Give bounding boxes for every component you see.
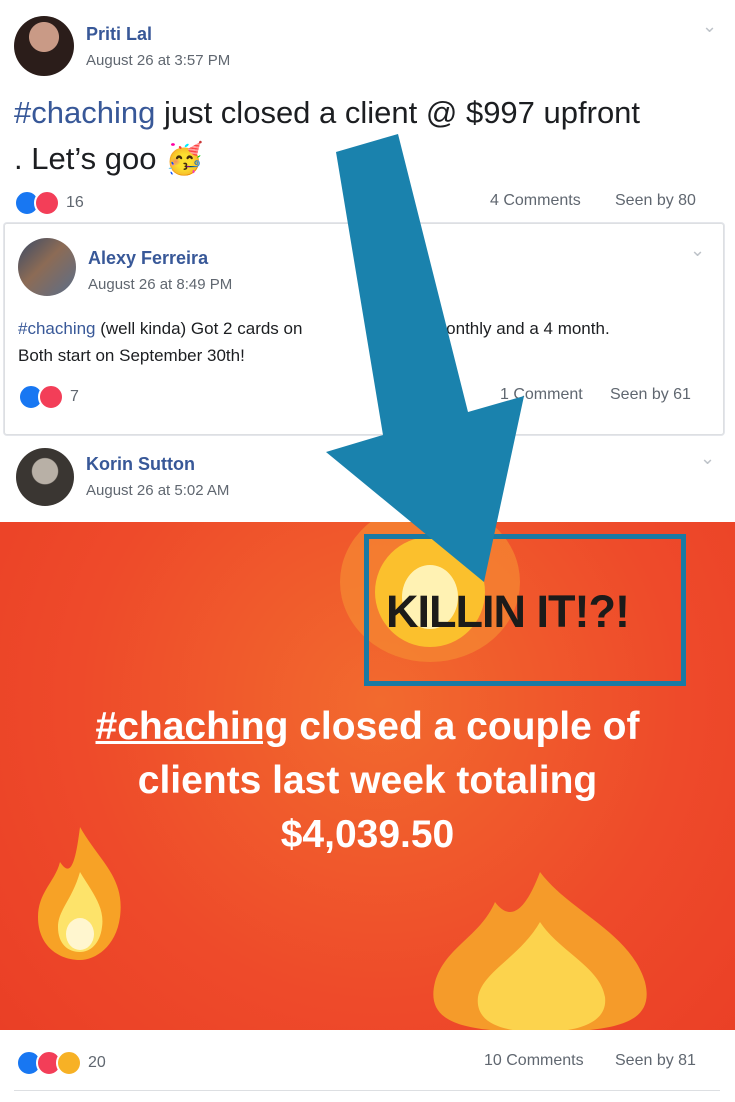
reactions-summary[interactable]: 20 — [16, 1050, 106, 1076]
divider — [14, 1090, 720, 1091]
comments-link[interactable]: 10 Comments — [484, 1052, 584, 1070]
annotation-arrow-icon — [326, 134, 524, 582]
seen-by-count[interactable]: Seen by 81 — [615, 1052, 696, 1070]
reactions-count: 20 — [88, 1054, 106, 1071]
wow-reaction-icon — [56, 1050, 82, 1076]
